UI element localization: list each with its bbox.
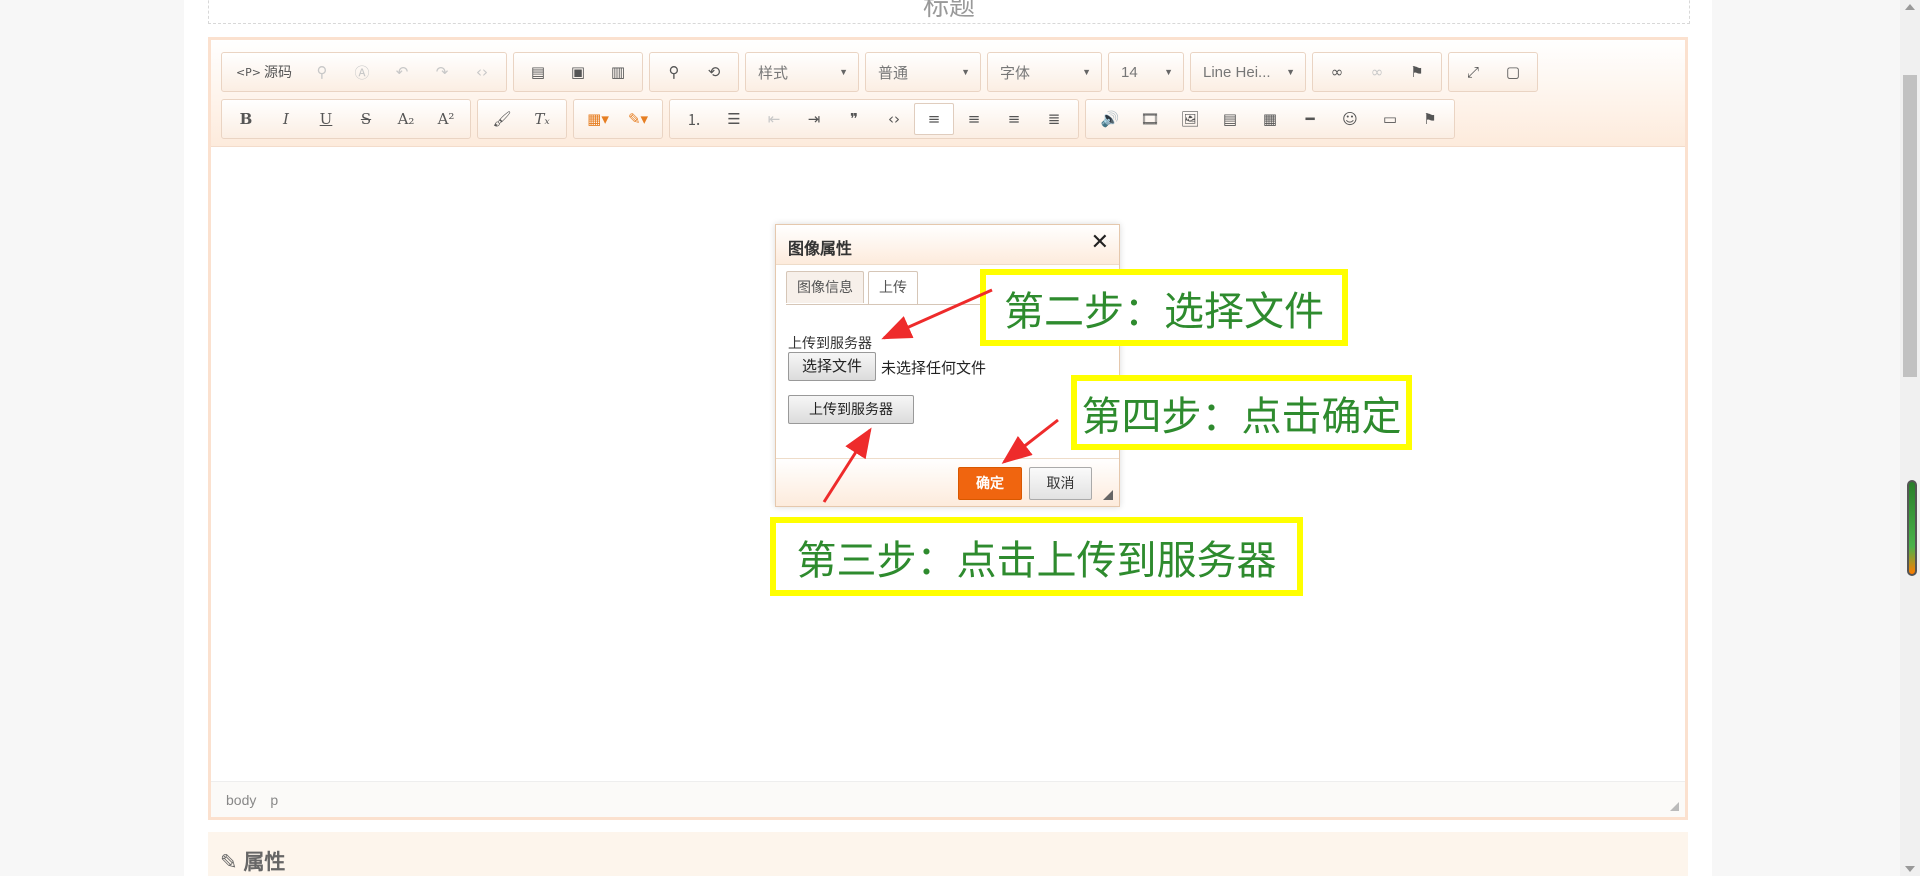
- toolbar-group-colors: ▦▾ ✎▾: [573, 99, 663, 139]
- properties-title[interactable]: ✎ 属性: [220, 846, 1675, 876]
- anchor-flag-icon[interactable]: ⚑: [1397, 56, 1437, 88]
- tab-upload[interactable]: 上传: [868, 271, 918, 305]
- paste-text-icon[interactable]: ▣: [558, 56, 598, 88]
- replace-icon[interactable]: ⟲: [694, 56, 734, 88]
- dialog-header: 图像属性 ✕: [776, 225, 1119, 265]
- select-all-icon[interactable]: Ⓐ: [342, 56, 382, 88]
- dialog-tabs: 图像信息 上传: [786, 271, 922, 305]
- blockquote-icon[interactable]: ❞: [834, 103, 874, 135]
- title-input[interactable]: 标题: [208, 0, 1690, 24]
- line-height-combo[interactable]: Line Hei... ▼: [1190, 52, 1306, 92]
- toolbar-group-lists: ⒈ ☰ ⇤ ⇥ ❞ ‹› ≡ ≡ ≡ ≣: [669, 99, 1079, 139]
- remove-format-icon[interactable]: Tₓ: [522, 103, 562, 135]
- show-blocks-icon[interactable]: ▢: [1493, 56, 1533, 88]
- path-item-p[interactable]: p: [270, 792, 278, 808]
- properties-panel: ✎ 属性: [208, 832, 1688, 876]
- source-button[interactable]: <P> 源码: [226, 56, 302, 88]
- format-combo[interactable]: 普通 ▼: [865, 52, 981, 92]
- font-combo[interactable]: 字体 ▼: [987, 52, 1102, 92]
- chevron-down-icon: ▼: [1082, 67, 1091, 77]
- undo-icon[interactable]: ↶: [382, 56, 422, 88]
- indent-icon[interactable]: ⇥: [794, 103, 834, 135]
- scroll-up-icon[interactable]: [1905, 4, 1915, 10]
- upload-label: 上传到服务器: [788, 335, 872, 351]
- horizontal-rule-icon[interactable]: ━: [1290, 103, 1330, 135]
- tab-image-info[interactable]: 图像信息: [786, 271, 864, 303]
- video-icon[interactable]: 🎞: [1130, 103, 1170, 135]
- no-file-text: 未选择任何文件: [881, 360, 987, 377]
- code-snippet-icon[interactable]: ‹›: [874, 103, 914, 135]
- bold-icon[interactable]: B: [226, 103, 266, 135]
- text-color-icon[interactable]: ▦▾: [578, 103, 618, 135]
- element-path-bar: body p: [211, 781, 1685, 817]
- subscript-icon[interactable]: A₂: [386, 103, 426, 135]
- toolbar-group-links: ∞ ∞ ⚑: [1312, 52, 1442, 92]
- dialog-resize-grip-icon[interactable]: [1103, 490, 1113, 500]
- chevron-down-icon: ▼: [961, 67, 970, 77]
- toolbar-group-insert: 🔊 🎞 🖼 ▤ ▦ ━ ☺ ▭ ⚑: [1085, 99, 1455, 139]
- underline-icon[interactable]: U: [306, 103, 346, 135]
- annotation-step4: 第四步：点击确定: [1071, 375, 1412, 450]
- paste-word-icon[interactable]: ▥: [598, 56, 638, 88]
- ok-button[interactable]: 确定: [958, 467, 1022, 500]
- find-icon[interactable]: ⚲: [302, 56, 342, 88]
- thermometer-widget-icon: [1907, 480, 1917, 576]
- upload-to-server-button[interactable]: 上传到服务器: [788, 395, 914, 424]
- cancel-button[interactable]: 取消: [1029, 467, 1092, 500]
- toolbar-group-find: ⚲ ⟲: [649, 52, 739, 92]
- dialog-title: 图像属性: [788, 241, 853, 258]
- close-icon[interactable]: ✕: [1091, 229, 1109, 255]
- choose-file-button[interactable]: 选择文件: [788, 352, 876, 381]
- annotation-step3: 第三步：点击上传到服务器: [770, 517, 1303, 596]
- toolbar-group-view: ⤢ ▢: [1448, 52, 1538, 92]
- scroll-thumb[interactable]: [1903, 75, 1917, 377]
- background-color-icon[interactable]: ✎▾: [618, 103, 658, 135]
- redo-icon[interactable]: ↷: [422, 56, 462, 88]
- chevron-down-icon: ▼: [839, 67, 848, 77]
- toolbar-group-cleanup: 🖌 Tₓ: [477, 99, 567, 139]
- chevron-down-icon: ▼: [1164, 67, 1173, 77]
- iframe-icon[interactable]: ▭: [1370, 103, 1410, 135]
- strikethrough-icon[interactable]: S: [346, 103, 386, 135]
- unlink-icon[interactable]: ∞: [1357, 56, 1397, 88]
- smiley-icon[interactable]: ☺: [1330, 103, 1370, 135]
- flash-icon[interactable]: ▤: [1210, 103, 1250, 135]
- audio-icon[interactable]: 🔊: [1090, 103, 1130, 135]
- dialog-footer: 确定 取消: [776, 458, 1119, 506]
- link-icon[interactable]: ∞: [1317, 56, 1357, 88]
- outdent-icon[interactable]: ⇤: [754, 103, 794, 135]
- flag-icon[interactable]: ⚑: [1410, 103, 1450, 135]
- resize-grip-icon[interactable]: [1670, 802, 1679, 811]
- scroll-down-icon[interactable]: [1905, 866, 1915, 872]
- toolbar-group-basicstyles: B I U S A₂ A²: [221, 99, 471, 139]
- image-icon[interactable]: 🖼: [1170, 103, 1210, 135]
- align-right-icon[interactable]: ≡: [994, 103, 1034, 135]
- style-combo[interactable]: 样式 ▼: [745, 52, 859, 92]
- numbered-list-icon[interactable]: ⒈: [674, 103, 714, 135]
- chevron-down-icon: ▼: [1286, 67, 1295, 77]
- toolbar-group-clipboard: ▤ ▣ ▥: [513, 52, 643, 92]
- align-center-icon[interactable]: ≡: [954, 103, 994, 135]
- page-scrollbar[interactable]: [1900, 0, 1920, 876]
- italic-icon[interactable]: I: [266, 103, 306, 135]
- table-icon[interactable]: ▦: [1250, 103, 1290, 135]
- copy-format-brush-icon[interactable]: 🖌: [482, 103, 522, 135]
- maximize-icon[interactable]: ⤢: [1453, 56, 1493, 88]
- superscript-icon[interactable]: A²: [426, 103, 466, 135]
- annotation-step2: 第二步：选择文件: [980, 269, 1348, 346]
- image-properties-dialog: 图像属性 ✕ 图像信息 上传 上传到服务器 选择文件 未选择任何文件 上传到服务…: [775, 224, 1120, 507]
- editor-toolbar: <P> 源码 ⚲ Ⓐ ↶ ↷ ‹› ▤ ▣ ▥ ⚲ ⟲ 样式 ▼ 普通 ▼ 字体 ▼ 1…: [211, 40, 1685, 147]
- search-icon[interactable]: ⚲: [654, 56, 694, 88]
- align-left-icon[interactable]: ≡: [914, 103, 954, 135]
- toolbar-group-document: <P> 源码 ⚲ Ⓐ ↶ ↷ ‹›: [221, 52, 507, 92]
- path-item-body[interactable]: body: [226, 792, 256, 808]
- bulleted-list-icon[interactable]: ☰: [714, 103, 754, 135]
- font-size-combo[interactable]: 14 ▼: [1108, 52, 1184, 92]
- justify-icon[interactable]: ≣: [1034, 103, 1074, 135]
- code-icon[interactable]: ‹›: [462, 56, 502, 88]
- paste-icon[interactable]: ▤: [518, 56, 558, 88]
